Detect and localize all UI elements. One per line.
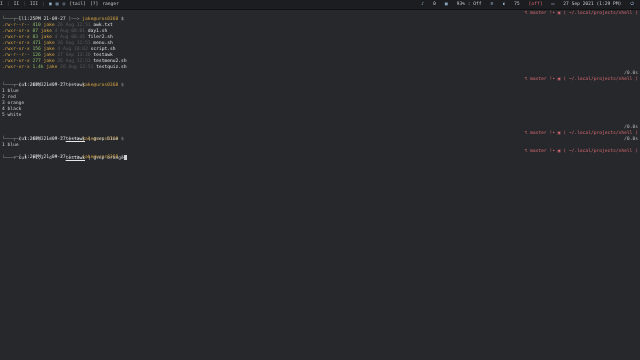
file-date: 26 Aug 12:51 [60,65,94,70]
workspace-3[interactable]: III [30,2,38,8]
file-date: 26 Aug 12:51 [57,23,91,28]
file-date: 4 Aug 10:02 [57,47,88,52]
git-branch: master [530,11,547,16]
file-date: 4 Aug 00:01 [54,29,86,34]
file-permissions: .rwxr-xr-x [2,65,30,70]
folder-icon[interactable]: ▤ [56,2,59,8]
cwd-path: ~/.local/projects/shell [568,11,633,16]
file-size: 471 [32,41,41,46]
file-date: 4 Aug 00:45 [54,35,86,40]
power-icon[interactable]: ⏻ [630,2,634,8]
browser-icon[interactable]: ◎ [63,2,66,8]
file-owner: jake [46,65,58,70]
file-name: awk.txt [93,23,113,28]
file-owner: jake [43,47,55,52]
command-pipe: | grep blue [87,137,119,142]
file-size: 126 [32,53,41,58]
file-owner: jake [43,53,55,58]
file-name: testmenu2.sh [93,59,127,64]
file-date: 27 Sep 13:26 [57,53,91,58]
file-permissions: .rwxr-xr-x [2,35,30,40]
file-size: 87 [32,29,38,34]
separator: | [42,1,45,7]
window-tail[interactable]: [tail] [69,2,86,8]
file-date: 26 Aug 12:51 [57,41,91,46]
command-file-arg[interactable]: testawk [66,156,85,161]
bell-icon[interactable]: ♪ [421,2,424,8]
status-tray: ♪ 0 ▦ 93% : Off ≋ ◖ 75 [off] ▭ 27 Sep 20… [416,0,638,9]
calendar-icon: ▭ [551,1,555,7]
file-owner: jake [43,23,55,28]
command-text: cut -f1,3 -d " " [18,137,63,142]
command-text[interactable]: cut -f1,3 -d " " [19,156,63,161]
window-ranger[interactable]: ranger [102,2,119,8]
command-file-arg: testawk [65,137,86,142]
git-branch: master [530,149,547,154]
workspace-1[interactable]: I [0,2,3,8]
file-owner: jake [40,35,52,40]
volume-icon[interactable]: ◖ [502,2,505,8]
file-listing: .rw-r--r-- 410 jake 26 Aug 12:51 awk.txt… [2,23,638,71]
file-date: 26 Aug 12:51 [57,59,91,64]
file-owner: jake [43,59,55,64]
clock: 27 Sep 2021 (1:29 PM) [563,1,622,7]
file-name: testquiz.sh [96,65,127,70]
battery-status: 93% : Off [456,1,482,7]
command-pipe[interactable]: | grep orange [88,156,124,161]
git-branch: master [530,131,547,136]
command-output: 1 blue 2 red 3 orange 4 black 5 white [2,89,638,119]
separator: | [6,1,10,7]
mic-status[interactable]: [off] [529,2,543,8]
input-line[interactable]: └──── cut -f1,3 -d " " testawk | grep or… [2,155,638,161]
updates-count: 0 [433,1,436,7]
cwd-path: ~/.local/projects/shell [568,149,633,154]
text-cursor [123,155,127,160]
wifi-icon[interactable]: ≋ [491,2,494,8]
file-owner: jake [43,41,55,46]
workspace-2[interactable]: II [14,2,20,8]
cwd-path: ~/.local/projects/shell [568,131,633,136]
top-status-bar: I | II | III | ▣ ▤ ◎ [tail] [?] ranger ♪… [0,0,640,10]
file-name: day1.sh [87,29,108,34]
file-name: script.sh [90,47,116,52]
file-permissions: .rwxr-xr-x [2,29,30,34]
file-permissions: .rwxr-xr-x [2,41,30,46]
file-permissions: .rw-r--r-- [2,23,30,28]
file-size: 410 [32,23,41,28]
git-branch: master [530,77,547,82]
terminal-icon[interactable]: ▣ [49,2,52,8]
file-permissions: .rw-r--r-- [2,53,30,58]
file-size: 156 [32,47,41,52]
terminal[interactable]: ┌─[ 1:25PM 21-09-27 ]──> jake@uros0368 $… [2,11,638,161]
file-owner: jake [40,29,52,34]
cwd-path: ~/.local/projects/shell [568,77,633,82]
file-name: testawk [93,53,113,58]
cpu-icon: ▦ [444,1,448,7]
separator: | [23,1,26,7]
file-size: 1.4k [32,65,44,70]
command-text: cut -f1,3 -d " " testawk [18,83,85,88]
file-name: filer2.sh [87,35,113,40]
volume-level: 75 [514,1,520,7]
file-size: 83 [32,35,38,40]
file-name: menu.sh [93,41,113,46]
window-help[interactable]: [?] [90,2,98,8]
command-text: ll [18,17,25,22]
file-permissions: .rwxr-xr-x [2,47,30,52]
file-size: 277 [32,59,41,64]
file-permissions: .rwxr-xr-x [2,59,30,64]
